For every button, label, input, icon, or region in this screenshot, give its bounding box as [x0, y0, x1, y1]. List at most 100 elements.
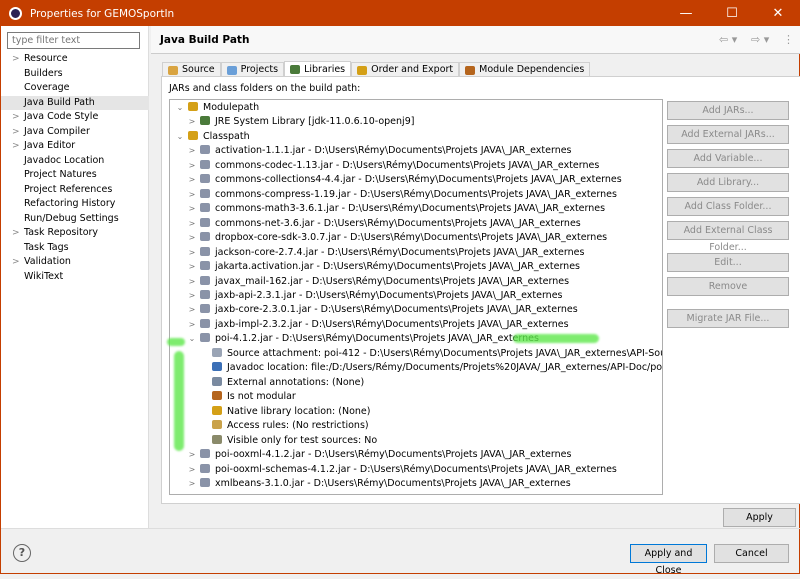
help-button[interactable]: ? — [13, 544, 31, 562]
tab-bar: Source Projects Libraries Order and Export M… — [162, 61, 591, 77]
chevron-right-icon[interactable]: > — [186, 463, 198, 478]
tree-row[interactable]: Is not modular — [198, 390, 296, 405]
nav-item[interactable]: > Java Editor — [1, 139, 149, 154]
add-class-folder-button[interactable]: Add Class Folder... — [667, 197, 789, 216]
chevron-right-icon[interactable]: > — [186, 231, 198, 246]
tree-row[interactable]: Source attachment: poi-412 - D:\Users\Ré… — [198, 347, 662, 362]
nav-item[interactable]: Builders — [1, 67, 149, 82]
tree-row[interactable]: ⌄ Classpath — [174, 130, 250, 145]
tab-source[interactable]: Source — [162, 62, 221, 77]
chevron-right-icon[interactable]: > — [186, 318, 198, 333]
nav-item[interactable]: WikiText — [1, 270, 149, 285]
chevron-right-icon[interactable]: > — [12, 125, 20, 140]
remove-button[interactable]: Remove — [667, 277, 789, 296]
chevron-right-icon[interactable]: > — [186, 246, 198, 261]
nav-item[interactable]: Coverage — [1, 81, 149, 96]
migrate-jar-file-button[interactable]: Migrate JAR File... — [667, 309, 789, 328]
chevron-right-icon[interactable]: > — [186, 173, 198, 188]
chevron-right-icon[interactable]: > — [186, 115, 198, 130]
nav-item[interactable]: > Java Code Style — [1, 110, 149, 125]
tree-row[interactable]: > xmlbeans-3.1.0.jar - D:\Users\Rémy\Docu… — [186, 477, 571, 492]
nav-item[interactable]: Project References — [1, 183, 149, 198]
chevron-right-icon[interactable]: > — [186, 477, 198, 492]
nav-item[interactable]: Run/Debug Settings — [1, 212, 149, 227]
chevron-right-icon[interactable]: > — [186, 260, 198, 275]
cancel-button[interactable]: Cancel — [714, 544, 789, 563]
nav-item[interactable]: Project Natures — [1, 168, 149, 183]
tree-row[interactable]: ⌄ poi-4.1.2.jar - D:\Users\Rémy\Documents… — [186, 332, 539, 347]
tree-row[interactable]: > commons-collections4-4.4.jar - D:\Users… — [186, 173, 622, 188]
chevron-down-icon[interactable]: ⌄ — [174, 101, 186, 116]
add-external-jars-button[interactable]: Add External JARs... — [667, 125, 789, 144]
tree-row[interactable]: > jaxb-impl-2.3.2.jar - D:\Users\Rémy\Doc… — [186, 318, 569, 333]
chevron-right-icon[interactable]: > — [186, 188, 198, 203]
chevron-right-icon[interactable]: > — [12, 110, 20, 125]
tree-row[interactable]: > commons-compress-1.19.jar - D:\Users\Ré… — [186, 188, 617, 203]
minimize-button[interactable]: — — [663, 1, 709, 26]
nav-item[interactable]: Javadoc Location — [1, 154, 149, 169]
tree-row[interactable]: > jakarta.activation.jar - D:\Users\Rémy\… — [186, 260, 580, 275]
maximize-button[interactable]: ☐ — [709, 1, 755, 26]
edit-button[interactable]: Edit... — [667, 253, 789, 272]
nav-item[interactable]: Task Tags — [1, 241, 149, 256]
add-external-class-folder-button[interactable]: Add External Class Folder... — [667, 221, 789, 253]
tree-row[interactable]: > poi-ooxml-4.1.2.jar - D:\Users\Rémy\Doc… — [186, 448, 571, 463]
tree-row[interactable]: > JRE System Library [jdk-11.0.6.10-openj… — [186, 115, 414, 130]
nav-item[interactable]: > Java Compiler — [1, 125, 149, 140]
back-button[interactable]: ⇦ ▾ — [719, 33, 737, 46]
chevron-right-icon[interactable]: > — [186, 275, 198, 290]
add-library-button[interactable]: Add Library... — [667, 173, 789, 192]
tree-row[interactable]: > jaxb-api-2.3.1.jar - D:\Users\Rémy\Docu… — [186, 289, 563, 304]
nav-item[interactable]: Refactoring History — [1, 197, 149, 212]
tree-row[interactable]: ⌄ Modulepath — [174, 101, 259, 116]
chevron-right-icon[interactable]: > — [186, 202, 198, 217]
tree-row[interactable]: > commons-codec-1.13.jar - D:\Users\Rémy\… — [186, 159, 599, 174]
add-variable-button[interactable]: Add Variable... — [667, 149, 789, 168]
tree-row[interactable]: > commons-net-3.6.jar - D:\Users\Rémy\Doc… — [186, 217, 581, 232]
build-path-tree[interactable]: ⌄ Modulepath > JRE System Library [jdk-11.0… — [169, 99, 663, 495]
tree-row[interactable]: Visible only for test sources: No — [198, 434, 377, 449]
tree-row[interactable]: > dropbox-core-sdk-3.0.7.jar - D:\Users\R… — [186, 231, 607, 246]
view-menu-button[interactable]: ⋮ — [783, 33, 794, 46]
chevron-right-icon[interactable]: > — [12, 255, 20, 270]
tree-row[interactable]: > jackson-core-2.7.4.jar - D:\Users\Rémy\… — [186, 246, 584, 261]
tab-libraries[interactable]: Libraries — [284, 61, 352, 77]
chevron-right-icon[interactable]: > — [186, 303, 198, 318]
tree-row[interactable]: Javadoc location: file:/D:/Users/Rémy/Do… — [198, 361, 662, 376]
chevron-down-icon[interactable]: ⌄ — [174, 130, 186, 145]
filter-input[interactable] — [7, 32, 140, 49]
chevron-right-icon[interactable]: > — [186, 217, 198, 232]
forward-button[interactable]: ⇨ ▾ — [751, 33, 769, 46]
nav-item[interactable]: > Validation — [1, 255, 149, 270]
nav-item-label: Javadoc Location — [24, 154, 105, 166]
close-button[interactable]: ✕ — [755, 1, 800, 26]
tree-row[interactable]: > poi-ooxml-schemas-4.1.2.jar - D:\Users\… — [186, 463, 617, 478]
tree-item-label: xmlbeans-3.1.0.jar - D:\Users\Rémy\Docum… — [215, 477, 571, 489]
chevron-right-icon[interactable]: > — [12, 226, 20, 241]
add-jars-button[interactable]: Add JARs... — [667, 101, 789, 120]
tree-row[interactable]: > jaxb-core-2.3.0.1.jar - D:\Users\Rémy\D… — [186, 303, 578, 318]
tab-projects[interactable]: Projects — [220, 62, 285, 77]
apply-and-close-button[interactable]: Apply and Close — [630, 544, 707, 576]
chevron-right-icon[interactable]: > — [186, 448, 198, 463]
nav-item[interactable]: > Task Repository — [1, 226, 149, 241]
tree-row[interactable]: > activation-1.1.1.jar - D:\Users\Rémy\Do… — [186, 144, 572, 159]
apply-button[interactable]: Apply — [723, 508, 796, 527]
tree-row[interactable]: > commons-math3-3.6.1.jar - D:\Users\Rémy… — [186, 202, 605, 217]
tab-module-dependencies[interactable]: Module Dependencies — [459, 62, 591, 77]
chevron-right-icon[interactable]: > — [186, 159, 198, 174]
tree-row[interactable]: Native library location: (None) — [198, 405, 370, 420]
nav-item[interactable]: Java Build Path — [1, 95, 149, 110]
chevron-right-icon[interactable]: > — [186, 144, 198, 159]
tree-row[interactable]: > javax_mail-162.jar - D:\Users\Rémy\Docu… — [186, 275, 569, 290]
tab-order-and-export[interactable]: Order and Export — [351, 62, 460, 77]
chevron-right-icon[interactable]: > — [12, 52, 20, 67]
nav-item-label: Java Build Path — [24, 96, 95, 108]
tree-row[interactable]: External annotations: (None) — [198, 376, 364, 391]
chevron-right-icon[interactable]: > — [186, 289, 198, 304]
tree-item-label: External annotations: (None) — [227, 376, 365, 388]
chevron-right-icon[interactable]: > — [12, 139, 20, 154]
nav-item[interactable]: > Resource — [1, 52, 149, 67]
tree-row[interactable]: Access rules: (No restrictions) — [198, 419, 369, 434]
chevron-down-icon[interactable]: ⌄ — [186, 332, 198, 347]
